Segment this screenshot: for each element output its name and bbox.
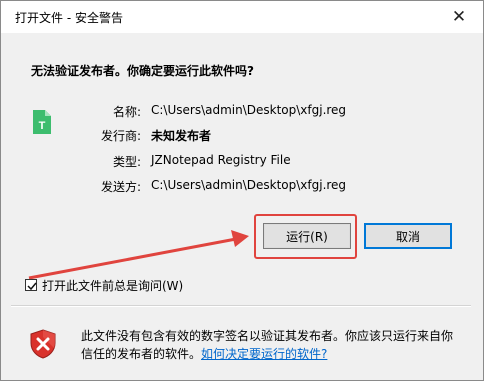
window-title: 打开文件 - 安全警告 [15, 11, 123, 25]
always-ask-checkbox[interactable] [25, 279, 37, 291]
warning-message: 此文件没有包含有效的数字签名以验证其发布者。你应该只运行来自你信任的发布者的软件… [81, 327, 461, 363]
cancel-button-label: 取消 [395, 229, 420, 244]
separator [11, 305, 471, 307]
run-button[interactable]: 运行(R) [263, 223, 351, 249]
run-button-label: 运行(R) [286, 229, 328, 244]
help-link[interactable]: 如何决定要运行的软件? [201, 347, 327, 361]
checkmark-icon [27, 282, 37, 291]
close-button[interactable]: ✕ [441, 4, 477, 30]
cancel-button[interactable]: 取消 [364, 223, 452, 249]
title-bar[interactable]: 打开文件 - 安全警告 ✕ [1, 1, 483, 33]
always-ask-option: 打开此文件前总是询问(W) [25, 277, 183, 293]
always-ask-label[interactable]: 打开此文件前总是询问(W) [42, 277, 183, 294]
close-icon: ✕ [451, 7, 467, 27]
security-warning-dialog: 打开文件 - 安全警告 ✕ 无法验证发布者。你确定要运行此软件吗? T 名称: … [0, 0, 484, 381]
dialog-body: 无法验证发布者。你确定要运行此软件吗? T 名称: C:\Users\admin… [1, 33, 483, 380]
shield-warning-icon [27, 328, 59, 360]
